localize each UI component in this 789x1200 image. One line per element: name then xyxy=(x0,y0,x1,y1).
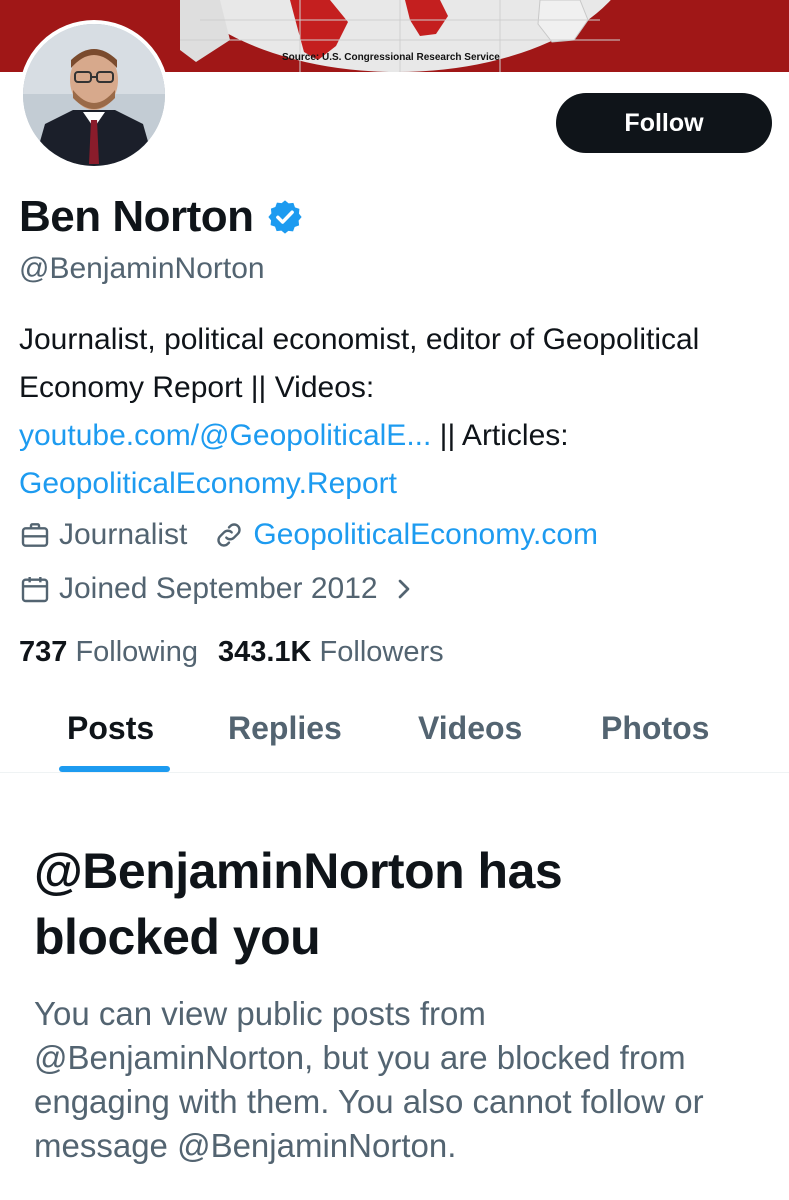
link-icon xyxy=(213,519,245,551)
active-tab-indicator xyxy=(59,766,170,772)
bio-website-link[interactable]: GeopoliticalEconomy.Report xyxy=(19,467,397,500)
joined-row[interactable]: Joined September 2012 xyxy=(19,572,428,606)
handle: @BenjaminNorton xyxy=(19,252,265,285)
profile-meta-row: Journalist GeopoliticalEconomy.com xyxy=(19,518,598,552)
followers-stat[interactable]: 343.1K Followers xyxy=(218,636,444,669)
profession-label: Journalist xyxy=(59,518,188,551)
display-name: Ben Norton xyxy=(19,192,254,241)
tab-replies[interactable]: Replies xyxy=(228,710,342,747)
following-stat[interactable]: 737 Following xyxy=(19,636,198,669)
bio-text: Journalist, political economist, editor … xyxy=(19,323,700,404)
blocked-title: @BenjaminNorton has blocked you xyxy=(34,843,563,965)
followers-count: 343.1K xyxy=(217,636,312,668)
website-link[interactable]: GeopoliticalEconomy.com xyxy=(253,518,598,552)
following-label: Following xyxy=(75,636,198,668)
bio-text-2: || Articles: xyxy=(431,419,569,452)
chevron-right-icon[interactable] xyxy=(388,573,420,605)
tab-videos[interactable]: Videos xyxy=(418,710,522,747)
blocked-message: You can view public posts from @Benjamin… xyxy=(34,995,704,1164)
calendar-icon xyxy=(19,573,51,605)
briefcase-icon xyxy=(19,519,51,551)
tab-posts[interactable]: Posts xyxy=(67,710,154,747)
avatar-photo xyxy=(23,24,165,166)
follow-stats: 737 Following 343.1K Followers xyxy=(19,636,464,669)
bio: Journalist, political economist, editor … xyxy=(19,316,759,508)
joined-date: Joined September 2012 xyxy=(59,572,378,605)
avatar[interactable] xyxy=(19,20,169,170)
banner-caption: Source: U.S. Congressional Research Serv… xyxy=(282,52,500,63)
verified-badge-icon[interactable] xyxy=(266,198,304,236)
following-count: 737 xyxy=(19,636,68,668)
display-name-row: Ben Norton xyxy=(19,192,304,242)
followers-label: Followers xyxy=(319,636,444,668)
follow-button[interactable]: Follow xyxy=(556,93,772,153)
bio-youtube-link[interactable]: youtube.com/@GeopoliticalE... xyxy=(19,419,431,452)
profile-tabs: Posts Replies Videos Photos xyxy=(0,690,789,773)
tab-photos[interactable]: Photos xyxy=(601,710,709,747)
